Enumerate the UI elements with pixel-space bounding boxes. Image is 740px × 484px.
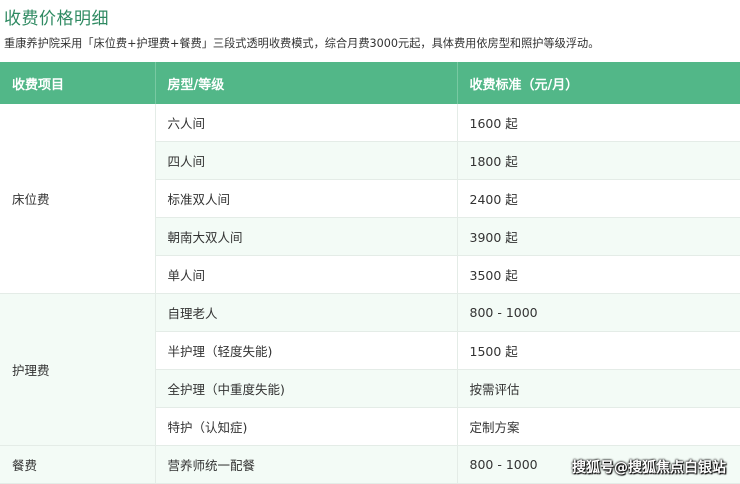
table-row: 床位费 六人间 1600 起 <box>0 104 740 294</box>
table-header-row: 收费项目 房型/等级 收费标准（元/月） <box>0 62 740 104</box>
row-item: 全护理（中重度失能) <box>155 369 458 408</box>
row-price: 3500 起 <box>457 255 740 294</box>
row-price: 按需评估 <box>457 369 740 408</box>
price-table: 收费项目 房型/等级 收费标准（元/月） 床位费 六人间 1600 起 四人间 … <box>0 62 740 484</box>
row-price: 1600 起 <box>457 104 740 142</box>
header-category: 收费项目 <box>0 62 156 104</box>
intro-text: 重康养护院采用「床位费+护理费+餐费」三段式透明收费模式，综合月费3000元起，… <box>4 37 600 50</box>
row-price: 1800 起 <box>457 141 740 180</box>
row-price: 2400 起 <box>457 179 740 218</box>
row-item: 半护理（轻度失能) <box>155 331 458 370</box>
page-title: 收费价格明细 <box>4 9 109 29</box>
category-care-fee: 护理费 <box>0 293 156 446</box>
header-price: 收费标准（元/月） <box>457 62 740 104</box>
table-row: 护理费 自理老人 800 - 1000 <box>0 293 740 446</box>
row-item: 营养师统一配餐 <box>155 445 458 484</box>
category-meal-fee: 餐费 <box>0 445 156 484</box>
row-price: 1500 起 <box>457 331 740 370</box>
row-price: 800 - 1000 <box>457 293 740 332</box>
row-item: 六人间 <box>155 104 458 142</box>
header-room-level: 房型/等级 <box>155 62 458 104</box>
row-item: 特护（认知症) <box>155 407 458 446</box>
row-item: 四人间 <box>155 141 458 180</box>
row-item: 自理老人 <box>155 293 458 332</box>
row-price: 3900 起 <box>457 217 740 256</box>
row-item: 朝南大双人间 <box>155 217 458 256</box>
row-item: 标准双人间 <box>155 179 458 218</box>
watermark: 搜狐号@搜狐焦点白银站 <box>572 460 726 476</box>
row-item: 单人间 <box>155 255 458 294</box>
category-bed-fee: 床位费 <box>0 104 156 294</box>
row-price: 定制方案 <box>457 407 740 446</box>
